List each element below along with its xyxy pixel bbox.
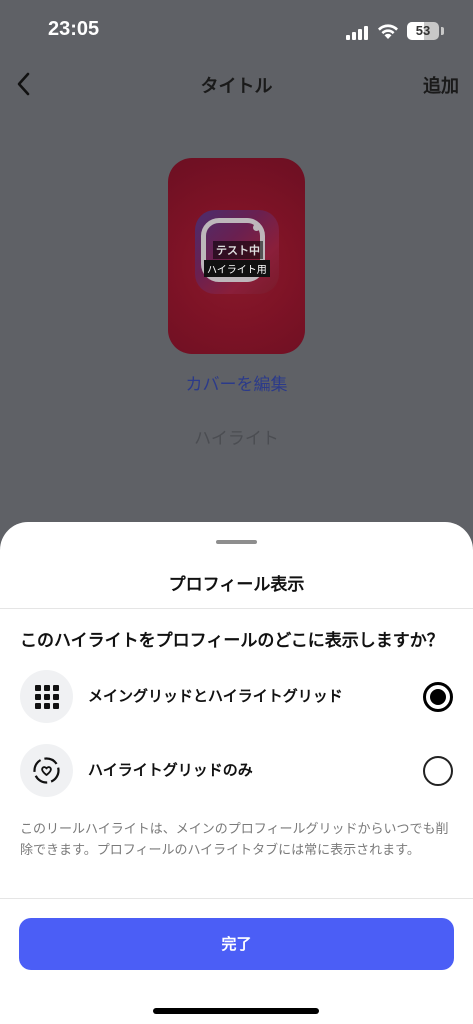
home-indicator <box>153 1008 319 1014</box>
battery-percent: 53 <box>415 23 431 38</box>
sheet-grabber[interactable] <box>216 540 257 544</box>
sheet-title: プロフィール表示 <box>168 575 305 595</box>
done-button[interactable]: 完了 <box>19 918 454 970</box>
cover-app-icon: テスト中 ハイライト用 <box>195 210 279 294</box>
profile-display-sheet: プロフィール表示 このハイライトをプロフィールのどこに表示しますか？ メイングリ… <box>0 522 473 1024</box>
cover-tag-line1: テスト中 <box>213 241 263 259</box>
radio-selected[interactable] <box>423 682 453 712</box>
page-title: タイトル <box>200 76 273 97</box>
battery-tip <box>441 27 444 35</box>
option-highlight-grid-only[interactable]: ハイライトグリッドのみ <box>0 744 473 800</box>
add-button[interactable]: 追加 <box>423 72 459 98</box>
option-icon-bg <box>20 744 73 797</box>
cover-tag-line2: ハイライト用 <box>204 260 270 277</box>
option-main-and-highlight-grid[interactable]: メイングリッドとハイライトグリッド <box>0 670 473 726</box>
edit-cover-link[interactable]: カバーを編集 <box>0 370 473 395</box>
option-label: ハイライトグリッドのみ <box>88 761 253 779</box>
cellular-signal-icon <box>346 26 370 40</box>
highlight-heart-icon <box>33 757 60 784</box>
info-note: このリールハイライトは、メインのプロフィールグリッドからいつでも削除できます。プ… <box>20 822 449 858</box>
placement-question: このハイライトをプロフィールのどこに表示しますか？ <box>20 631 444 651</box>
grid-icon <box>35 685 59 709</box>
option-icon-bg <box>20 670 73 723</box>
status-time: 23:05 <box>48 18 100 40</box>
battery-icon: 53 <box>407 22 439 40</box>
wifi-icon <box>378 24 398 39</box>
camera-dot-icon <box>253 224 260 231</box>
status-bar: 23:05 53 <box>0 0 473 62</box>
option-label: メイングリッドとハイライトグリッド <box>88 687 343 705</box>
radio-unselected[interactable] <box>423 756 453 786</box>
highlight-cover[interactable]: テスト中 ハイライト用 <box>168 158 305 354</box>
divider <box>0 608 473 609</box>
divider <box>0 898 473 899</box>
highlight-name-input[interactable]: ハイライト <box>0 424 473 449</box>
